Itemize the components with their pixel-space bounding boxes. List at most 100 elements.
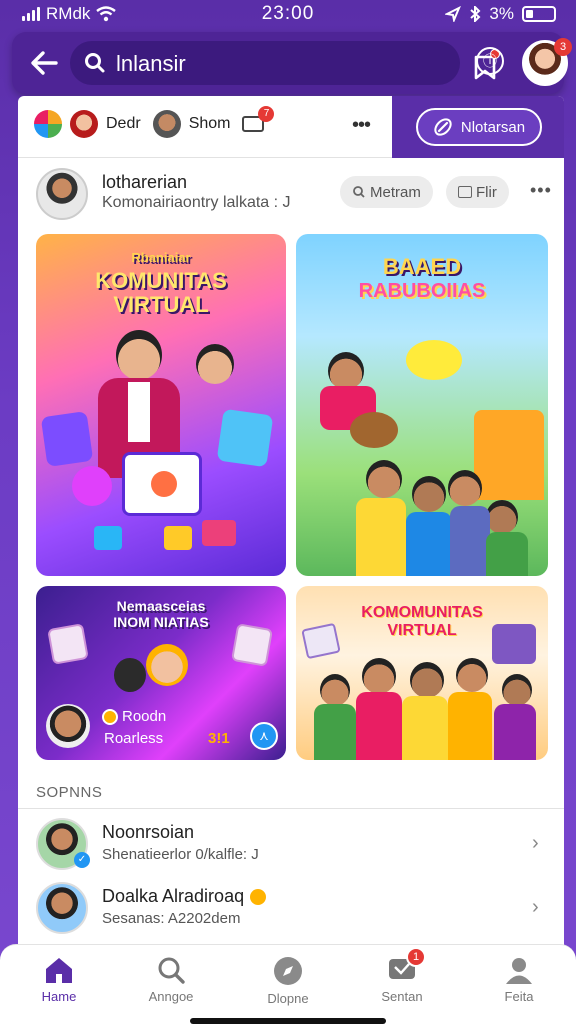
- location-icon: [445, 6, 462, 22]
- creator-row: lotharerian Komonairiaontry lalkata : J …: [18, 158, 564, 230]
- community-tile-1[interactable]: Rbaniaiar KOMUNITAS VIRTUAL: [36, 234, 286, 576]
- nav-search[interactable]: Anngoe: [121, 955, 221, 1004]
- app-tile-icon: [216, 408, 274, 468]
- character-figure: [146, 644, 188, 686]
- nav-search-label: Anngoe: [148, 989, 194, 1004]
- avatar: [70, 110, 98, 138]
- nav-profile-label: Feita: [504, 989, 534, 1004]
- coin-icon: [102, 708, 118, 725]
- bottom-navigation: Hame Anngoe Dlopne 1 Sentan Feita: [0, 944, 576, 1024]
- list-avatar: [36, 882, 88, 934]
- block-icon: [94, 526, 122, 550]
- list-item-title: Noonrsoian: [102, 822, 195, 842]
- app-tile-icon: [40, 411, 94, 467]
- tile-main-title-2: VIRTUAL: [113, 292, 209, 317]
- tab-left-group[interactable]: Dedr Shom 7: [34, 106, 275, 138]
- tab-row: Dedr Shom 7 ••• Nlotarsan: [18, 96, 564, 158]
- nav-messages-label: Sentan: [381, 989, 423, 1004]
- info-button[interactable]: ⓘ: [476, 47, 504, 75]
- bluetooth-icon: [470, 6, 481, 22]
- search-icon: [158, 957, 185, 984]
- chevron-right-icon: ›: [532, 896, 539, 918]
- caption-number: 3!1: [208, 730, 230, 747]
- battery-percent: 3%: [489, 4, 514, 23]
- nav-home[interactable]: Hame: [9, 955, 109, 1004]
- nav-home-label: Hame: [41, 989, 77, 1004]
- tab-label-1: Dedr: [106, 115, 141, 132]
- info-icon: ⓘ: [483, 53, 497, 69]
- nav-explore[interactable]: Dlopne: [238, 955, 338, 1006]
- caption-name: Roodn: [122, 708, 167, 725]
- members-pill-label: Nlotarsan: [460, 118, 526, 136]
- community-tile-2[interactable]: BAAED RABUBOIIAS: [296, 234, 548, 576]
- list-item-subtitle: Shenatieerlor 0/kalfle: J: [102, 846, 259, 863]
- section-label: SOPNNS: [36, 784, 103, 801]
- nav-profile[interactable]: Feita: [469, 955, 569, 1004]
- arrow-left-icon: [31, 51, 58, 75]
- battery-icon: [522, 6, 556, 22]
- tile-main-title: KOMUNITAS: [95, 268, 227, 293]
- list-item[interactable]: Doalka Alradiroaq Sesanas: A2202dem ›: [18, 878, 564, 942]
- divider: [18, 808, 564, 809]
- search-input[interactable]: lnlansir: [70, 41, 500, 85]
- photo-frame: [230, 623, 274, 667]
- notification-badge: 7: [258, 106, 275, 122]
- share-icon: ⋏: [259, 728, 269, 743]
- inbox-icon: 7: [242, 106, 275, 132]
- status-bar: RMdk 23:00 3%: [0, 0, 576, 28]
- nav-messages-badge: 1: [406, 947, 426, 967]
- main-card: Dedr Shom 7 ••• Nlotarsan lotharerian Ko…: [18, 96, 564, 956]
- link-icon: [434, 118, 452, 136]
- verified-badge: ✓: [74, 852, 90, 868]
- mascot-figure: [406, 340, 462, 380]
- more-options-icon[interactable]: •••: [352, 114, 371, 137]
- tablet-device: [122, 452, 202, 516]
- list-item-title: Doalka Alradiroaq: [102, 886, 267, 907]
- block-icon: [164, 526, 192, 550]
- members-pill-button[interactable]: Nlotarsan: [416, 108, 542, 146]
- creator-name: lotharerian: [102, 172, 188, 192]
- community-tile-3[interactable]: Nemaasceias INOM NIATIAS Roodn Roarless …: [36, 586, 286, 760]
- tile-small-title: Nemaasceias: [116, 598, 206, 614]
- character-figure: [114, 658, 146, 692]
- more-icon[interactable]: •••: [530, 180, 552, 201]
- photo-frame: [47, 623, 89, 665]
- list-item[interactable]: ✓ Noonrsoian Shenatieerlor 0/kalfle: J ›: [18, 814, 564, 878]
- tile-small-title: KOMOMUNITAS: [361, 604, 483, 621]
- tab-right-panel: Nlotarsan: [392, 96, 564, 158]
- status-right: 3%: [445, 4, 556, 24]
- caption-sub: Roarless: [104, 730, 164, 747]
- emoji-icon: [250, 888, 267, 905]
- top-app-bar: lnlansir ⓘ 3: [12, 32, 572, 94]
- group-of-kids: [306, 648, 540, 760]
- metram-chip-label: Metram: [370, 183, 421, 201]
- home-icon: [46, 958, 72, 983]
- group-of-kids: [346, 460, 536, 576]
- search-icon: [85, 53, 105, 73]
- ball-icon: [72, 466, 112, 506]
- back-button[interactable]: [26, 45, 62, 81]
- caption-avatar: [46, 704, 90, 748]
- guitar-character: [320, 352, 410, 462]
- metram-chip[interactable]: Metram: [340, 176, 433, 208]
- filter-chip[interactable]: Flir: [446, 176, 509, 208]
- avatar: [152, 110, 181, 138]
- compass-icon: [274, 957, 302, 985]
- nav-explore-label: Dlopne: [267, 991, 309, 1006]
- search-query: lnlansir: [116, 51, 186, 76]
- avatar-badge: 3: [554, 38, 572, 56]
- filter-chip-label: Flir: [476, 183, 497, 201]
- chevron-right-icon: ›: [532, 832, 539, 854]
- tile-small-title: BAAED: [382, 254, 462, 279]
- nav-messages[interactable]: 1 Sentan: [352, 947, 452, 1004]
- creator-subtitle: Komonairiaontry lalkata : J: [102, 194, 291, 211]
- block-icon: [202, 520, 236, 546]
- community-tile-4[interactable]: KOMOMUNITAS VIRTUAL: [296, 586, 548, 760]
- share-button[interactable]: ⋏: [250, 722, 278, 750]
- home-indicator: [190, 1018, 386, 1024]
- search-icon: [353, 186, 365, 198]
- caption-name-row: Roodn: [102, 708, 166, 725]
- creator-avatar[interactable]: [36, 168, 88, 220]
- profile-avatar[interactable]: 3: [522, 38, 572, 86]
- character-figure: [196, 344, 234, 384]
